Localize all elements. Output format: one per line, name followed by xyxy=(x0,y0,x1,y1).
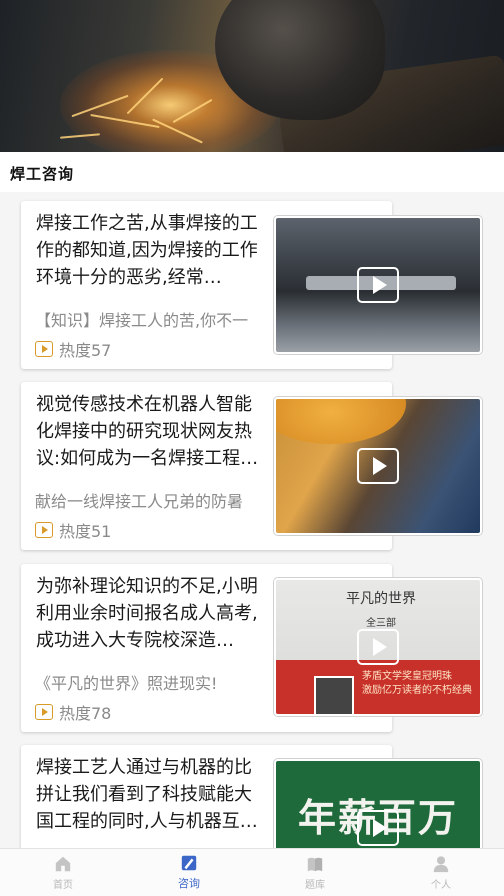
heat-label: 热度51 xyxy=(59,522,112,541)
article-heat: 热度51 xyxy=(35,518,111,542)
section-title: 焊工咨询 xyxy=(10,165,75,183)
book-subtitle-text: 全三部 xyxy=(366,618,396,629)
play-icon[interactable] xyxy=(357,267,399,303)
play-icon[interactable] xyxy=(357,810,399,846)
book-tagline-1: 茅盾文学奖皇冠明珠 xyxy=(362,671,452,682)
play-icon[interactable] xyxy=(357,448,399,484)
hero-banner-image xyxy=(0,0,504,152)
article-title: 为弥补理论知识的不足,小明利用业余时间报名成人高考,成功进入大专院校深造… xyxy=(36,576,258,651)
heat-label: 热度57 xyxy=(59,341,112,360)
heat-label: 热度78 xyxy=(59,704,112,723)
heat-icon xyxy=(35,341,53,357)
article-title: 焊接工艺人通过与机器的比拼让我们看到了科技赋能大国工程的同时,人与机器互… xyxy=(36,757,258,832)
consult-icon xyxy=(181,855,197,871)
nav-label: 个人 xyxy=(431,879,451,891)
article-title: 视觉传感技术在机器人智能化焊接中的研究现状网友热议:如何成为一名焊接工程… xyxy=(36,394,259,469)
article-thumbnail[interactable] xyxy=(274,397,482,535)
play-icon[interactable] xyxy=(357,629,399,665)
person-icon xyxy=(433,855,449,872)
article-heat: 热度57 xyxy=(35,337,111,361)
nav-label: 首页 xyxy=(53,879,73,891)
nav-item-consult[interactable]: 咨询 xyxy=(126,849,252,896)
nav-label: 题库 xyxy=(305,879,325,891)
book-title-text: 平凡的世界 xyxy=(346,591,416,607)
article-thumbnail[interactable]: 平凡的世界 全三部 茅盾文学奖皇冠明珠 激励亿万读者的不朽经典 xyxy=(274,578,482,716)
nav-item-questions[interactable]: 题库 xyxy=(252,849,378,896)
article-thumbnail[interactable] xyxy=(274,216,482,354)
article-summary: 《平凡的世界》照进现实! xyxy=(35,674,218,693)
book-tagline-2: 激励亿万读者的不朽经典 xyxy=(362,685,472,696)
section-header xyxy=(0,152,504,192)
article-summary: 献给一线焊接工人兄弟的防暑 xyxy=(35,492,244,511)
article-title: 焊接工作之苦,从事焊接的工作的都知道,因为焊接的工作环境十分的恶劣,经常… xyxy=(36,213,258,288)
heat-icon xyxy=(35,704,53,720)
author-portrait xyxy=(314,676,354,714)
book-icon xyxy=(307,857,323,871)
nav-item-home[interactable]: 首页 xyxy=(0,849,126,896)
nav-label: 咨询 xyxy=(178,877,200,890)
bottom-nav: 首页 咨询 题库 个人 xyxy=(0,848,504,896)
home-icon xyxy=(55,856,71,871)
heat-icon xyxy=(35,522,53,538)
article-heat: 热度78 xyxy=(35,700,111,724)
article-summary: 【知识】焊接工人的苦,你不一 xyxy=(35,311,249,330)
nav-item-profile[interactable]: 个人 xyxy=(378,849,504,896)
